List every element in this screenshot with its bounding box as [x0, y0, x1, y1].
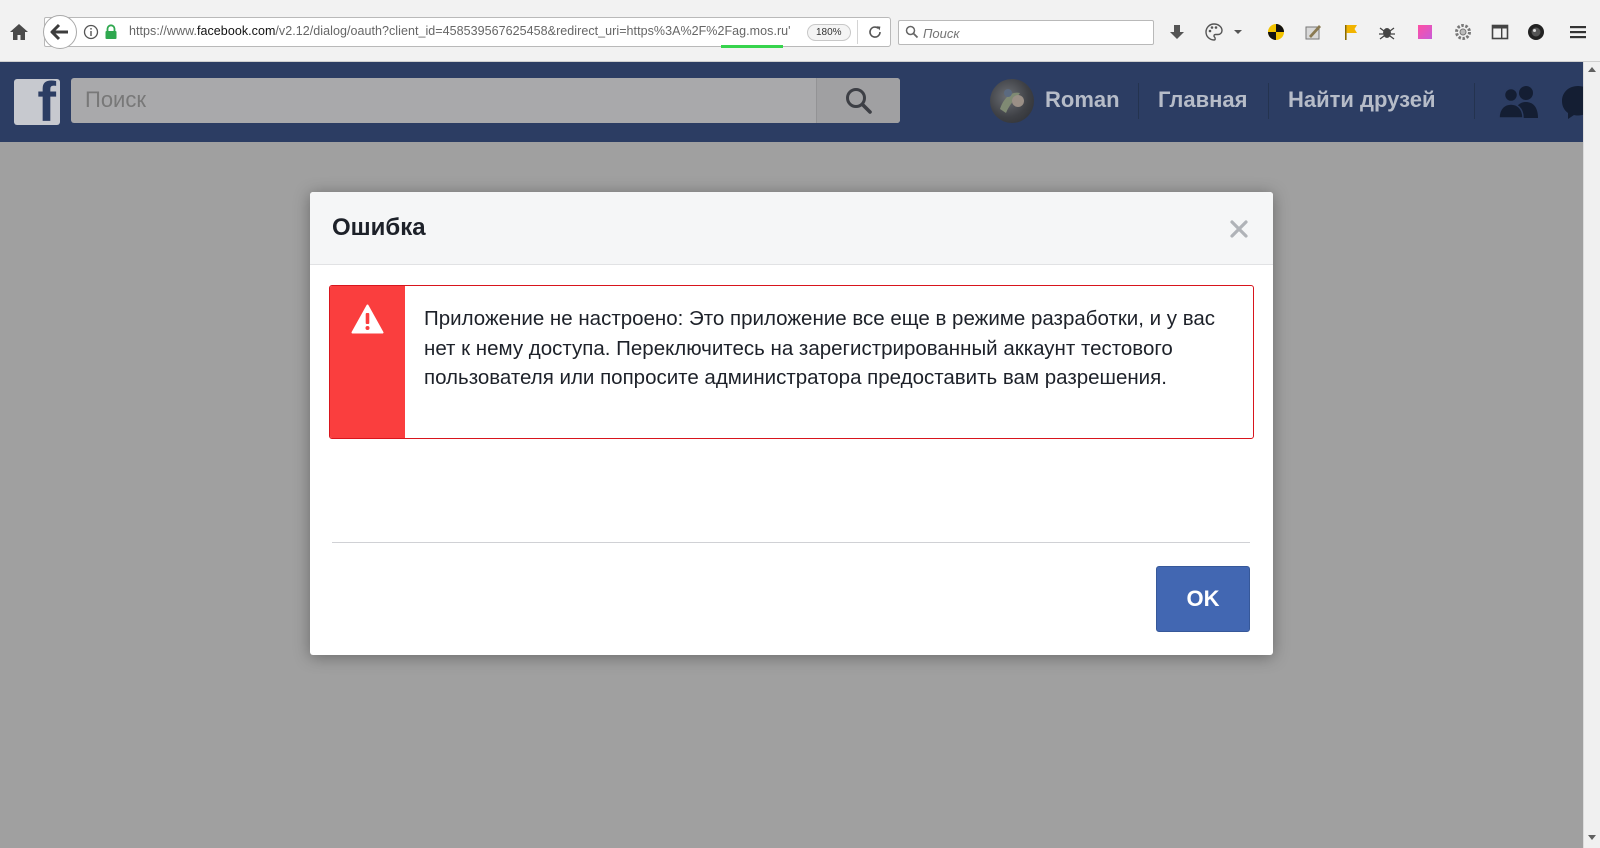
- facebook-logo-letter: f: [37, 79, 56, 125]
- error-dialog: Ошибка Приложение не настроено: Это прил…: [310, 192, 1273, 655]
- color-picker-icon[interactable]: [1415, 22, 1435, 42]
- scroll-down-arrow-icon[interactable]: [1588, 835, 1596, 840]
- back-arrow-icon: [50, 23, 68, 41]
- facebook-search-button[interactable]: [816, 78, 900, 123]
- url-divider: [857, 20, 858, 44]
- warning-icon: [351, 304, 384, 334]
- nav-profile-name[interactable]: Roman: [1045, 87, 1120, 113]
- zoom-level-badge[interactable]: 180%: [807, 24, 851, 41]
- browser-search-input[interactable]: [923, 24, 1148, 42]
- url-domain: facebook.com: [196, 24, 276, 38]
- info-icon[interactable]: [83, 24, 99, 40]
- url-text[interactable]: https://www.facebook.com/v2.12/dialog/oa…: [129, 24, 791, 38]
- dialog-header: Ошибка: [310, 192, 1273, 265]
- home-icon[interactable]: [8, 21, 30, 43]
- url-prefix: https://www.: [129, 24, 197, 38]
- url-path: /v2.12/dialog/oauth?client_id=4585395676…: [275, 24, 791, 38]
- nav-separator: [1474, 83, 1475, 119]
- notepad-icon[interactable]: [1303, 22, 1323, 42]
- menu-hamburger-icon[interactable]: [1568, 22, 1588, 42]
- nav-separator: [1268, 83, 1269, 119]
- lock-icon[interactable]: [104, 24, 118, 40]
- nav-separator: [1138, 83, 1139, 119]
- settings-gear-icon[interactable]: [1453, 22, 1473, 42]
- nav-home-link[interactable]: Главная: [1158, 87, 1247, 113]
- close-icon[interactable]: [1228, 218, 1250, 240]
- browser-toolbar: https://www.facebook.com/v2.12/dialog/oa…: [0, 0, 1600, 62]
- address-bar[interactable]: https://www.facebook.com/v2.12/dialog/oa…: [43, 15, 891, 49]
- crash-test-dummy-icon[interactable]: [1266, 22, 1286, 42]
- palette-icon[interactable]: [1204, 22, 1224, 42]
- error-indicator-strip: [330, 286, 405, 438]
- back-button[interactable]: [43, 15, 77, 49]
- camera-lens-icon[interactable]: [1526, 22, 1546, 42]
- page-scrollbar[interactable]: [1583, 62, 1600, 848]
- error-message-box: Приложение не настроено: Это приложение …: [329, 285, 1254, 439]
- search-icon: [905, 25, 919, 39]
- bug-icon[interactable]: [1377, 22, 1397, 42]
- facebook-search-input[interactable]: [85, 86, 785, 114]
- error-message-text: Приложение не настроено: Это приложение …: [424, 307, 1216, 389]
- download-icon[interactable]: [1167, 22, 1187, 42]
- reload-icon[interactable]: [867, 24, 883, 40]
- dialog-title: Ошибка: [332, 214, 426, 241]
- facebook-top-bar: f Roman Главная Найти друзей: [0, 62, 1590, 142]
- flag-icon[interactable]: [1341, 22, 1361, 42]
- friend-requests-icon[interactable]: [1496, 84, 1542, 119]
- facebook-logo[interactable]: f: [14, 79, 60, 125]
- nav-find-friends-link[interactable]: Найти друзей: [1288, 87, 1436, 113]
- facebook-search-bar[interactable]: [71, 78, 900, 123]
- ok-button[interactable]: OK: [1156, 566, 1250, 632]
- window-icon[interactable]: [1490, 22, 1510, 42]
- url-highlight-underline: [721, 45, 783, 48]
- browser-search-box[interactable]: [898, 20, 1154, 45]
- user-avatar[interactable]: [990, 79, 1034, 123]
- dropdown-arrow-icon[interactable]: [1232, 22, 1244, 42]
- scroll-up-arrow-icon[interactable]: [1588, 67, 1596, 72]
- search-icon: [845, 87, 872, 114]
- dialog-divider: [332, 542, 1250, 543]
